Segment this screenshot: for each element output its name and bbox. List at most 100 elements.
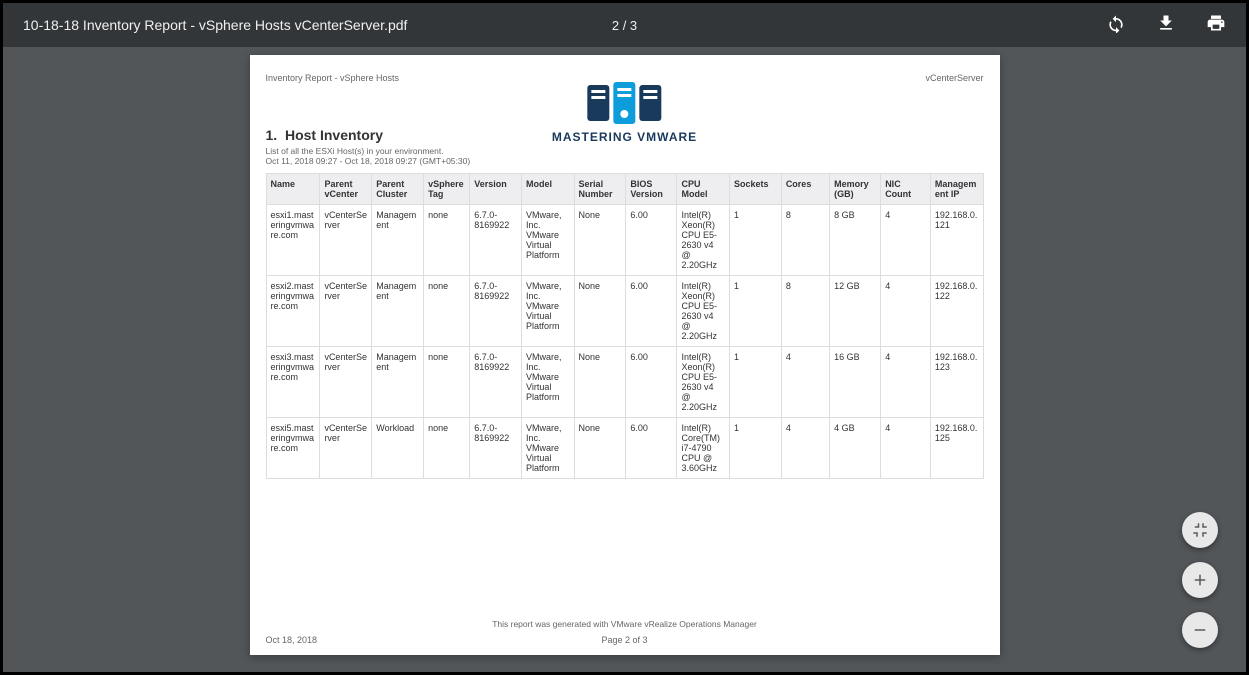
host-inventory-table: NameParent vCenterParent ClustervSphere …: [266, 173, 984, 479]
table-cell: 4 GB: [830, 418, 881, 479]
table-cell: 4: [881, 205, 931, 276]
table-cell: none: [424, 205, 470, 276]
table-header-cell: Serial Number: [574, 174, 626, 205]
table-cell: None: [574, 205, 626, 276]
zoom-in-button[interactable]: [1182, 562, 1218, 598]
table-cell: None: [574, 418, 626, 479]
table-cell: 6.00: [626, 347, 677, 418]
top-region: MASTERING VMWARE 1. Host Inventory List …: [266, 85, 984, 173]
toolbar: 10-18-18 Inventory Report - vSphere Host…: [3, 3, 1246, 47]
table-cell: 8 GB: [830, 205, 881, 276]
pdf-page: Inventory Report - vSphere Hosts vCenter…: [250, 55, 1000, 655]
table-cell: 8: [781, 276, 829, 347]
table-cell: 192.168.0.122: [930, 276, 983, 347]
footer-date: Oct 18, 2018: [266, 635, 318, 645]
table-cell: vCenterServer: [320, 205, 372, 276]
table-row: esxi2.masteringvmware.comvCenterServerMa…: [266, 276, 983, 347]
zoom-controls: [1182, 512, 1218, 648]
section-description: List of all the ESXi Host(s) in your env…: [266, 146, 471, 156]
table-cell: 4: [881, 418, 931, 479]
table-body: esxi1.masteringvmware.comvCenterServerMa…: [266, 205, 983, 479]
table-header-cell: Management IP: [930, 174, 983, 205]
section-name: Host Inventory: [285, 127, 383, 143]
table-header-row: NameParent vCenterParent ClustervSphere …: [266, 174, 983, 205]
table-row: esxi5.masteringvmware.comvCenterServerWo…: [266, 418, 983, 479]
table-cell: None: [574, 347, 626, 418]
table-header-cell: Cores: [781, 174, 829, 205]
table-header-cell: BIOS Version: [626, 174, 677, 205]
table-cell: 6.7.0-8169922: [470, 205, 522, 276]
table-row: esxi3.masteringvmware.comvCenterServerMa…: [266, 347, 983, 418]
table-cell: 6.00: [626, 418, 677, 479]
table-cell: 1: [730, 205, 782, 276]
table-cell: esxi2.masteringvmware.com: [266, 276, 320, 347]
table-cell: Management: [372, 347, 424, 418]
table-cell: 6.7.0-8169922: [470, 418, 522, 479]
table-cell: esxi1.masteringvmware.com: [266, 205, 320, 276]
table-cell: 1: [730, 347, 782, 418]
table-header-cell: Name: [266, 174, 320, 205]
table-cell: 192.168.0.121: [930, 205, 983, 276]
rotate-icon[interactable]: [1106, 13, 1126, 38]
table-cell: Intel(R) Xeon(R) CPU E5-2630 v4 @ 2.20GH…: [677, 276, 730, 347]
table-cell: Intel(R) Xeon(R) CPU E5-2630 v4 @ 2.20GH…: [677, 205, 730, 276]
table-cell: Management: [372, 276, 424, 347]
logo-servers-icon: [552, 85, 697, 124]
zoom-out-button[interactable]: [1182, 612, 1218, 648]
table-header-cell: Model: [522, 174, 575, 205]
table-cell: 6.7.0-8169922: [470, 347, 522, 418]
page-header-right: vCenterServer: [925, 73, 983, 83]
table-cell: 192.168.0.123: [930, 347, 983, 418]
pdf-viewer: 10-18-18 Inventory Report - vSphere Host…: [3, 3, 1246, 672]
table-header-cell: Memory (GB): [830, 174, 881, 205]
logo: MASTERING VMWARE: [552, 85, 697, 144]
toolbar-actions: [1106, 13, 1226, 38]
table-header-cell: Version: [470, 174, 522, 205]
table-cell: 6.00: [626, 205, 677, 276]
table-cell: 192.168.0.125: [930, 418, 983, 479]
table-cell: VMware, Inc. VMware Virtual Platform: [522, 347, 575, 418]
table-cell: Intel(R) Xeon(R) CPU E5-2630 v4 @ 2.20GH…: [677, 347, 730, 418]
table-header-cell: NIC Count: [881, 174, 931, 205]
table-header-cell: Sockets: [730, 174, 782, 205]
table-cell: VMware, Inc. VMware Virtual Platform: [522, 418, 575, 479]
table-cell: Workload: [372, 418, 424, 479]
table-header-cell: Parent Cluster: [372, 174, 424, 205]
table-cell: esxi3.masteringvmware.com: [266, 347, 320, 418]
table-cell: 6.7.0-8169922: [470, 276, 522, 347]
logo-text: MASTERING VMWARE: [552, 130, 697, 144]
table-cell: none: [424, 418, 470, 479]
footer-page-num: Page 2 of 3: [601, 635, 647, 645]
table-cell: vCenterServer: [320, 276, 372, 347]
table-cell: None: [574, 276, 626, 347]
table-cell: 12 GB: [830, 276, 881, 347]
table-cell: 16 GB: [830, 347, 881, 418]
table-cell: 4: [881, 347, 931, 418]
table-cell: VMware, Inc. VMware Virtual Platform: [522, 205, 575, 276]
table-cell: none: [424, 347, 470, 418]
section-heading: 1. Host Inventory List of all the ESXi H…: [266, 127, 471, 166]
table-cell: Management: [372, 205, 424, 276]
section-number: 1.: [266, 127, 278, 143]
table-header-cell: CPU Model: [677, 174, 730, 205]
table-header-cell: Parent vCenter: [320, 174, 372, 205]
table-row: esxi1.masteringvmware.comvCenterServerMa…: [266, 205, 983, 276]
section-dates: Oct 11, 2018 09:27 - Oct 18, 2018 09:27 …: [266, 156, 471, 166]
report-note: This report was generated with VMware vR…: [266, 579, 984, 629]
table-cell: vCenterServer: [320, 347, 372, 418]
section-title-text: 1. Host Inventory: [266, 127, 471, 143]
download-icon[interactable]: [1156, 13, 1176, 38]
table-cell: 4: [881, 276, 931, 347]
table-cell: none: [424, 276, 470, 347]
table-cell: esxi5.masteringvmware.com: [266, 418, 320, 479]
table-cell: 4: [781, 418, 829, 479]
table-cell: Intel(R) Core(TM) i7-4790 CPU @ 3.60GHz: [677, 418, 730, 479]
table-cell: 8: [781, 205, 829, 276]
page-indicator: 2 / 3: [612, 18, 637, 33]
print-icon[interactable]: [1206, 13, 1226, 38]
table-header-cell: vSphere Tag: [424, 174, 470, 205]
viewer-area[interactable]: Inventory Report - vSphere Hosts vCenter…: [3, 47, 1246, 672]
page-header-left: Inventory Report - vSphere Hosts: [266, 73, 400, 83]
fit-page-button[interactable]: [1182, 512, 1218, 548]
table-cell: 4: [781, 347, 829, 418]
